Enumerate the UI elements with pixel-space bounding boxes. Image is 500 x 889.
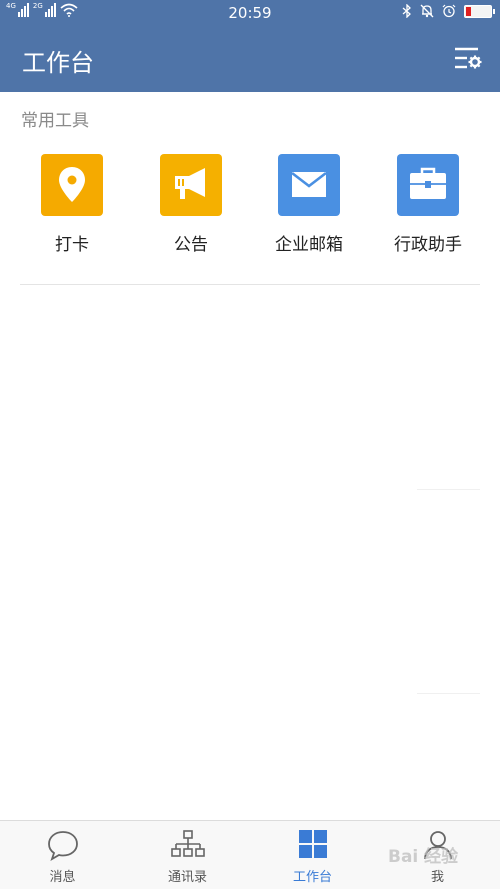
watermark: Bai 经验 [388, 847, 459, 867]
section-divider [20, 284, 480, 285]
tab-contacts[interactable]: 通讯录 [125, 821, 250, 889]
tool-enterprise-mail[interactable]: 企业邮箱 [253, 154, 363, 264]
briefcase-icon [397, 154, 459, 216]
mail-icon [278, 154, 340, 216]
location-pin-icon [41, 154, 103, 216]
tool-admin-assistant[interactable]: 行政助手 [372, 154, 482, 264]
tab-messages[interactable]: 消息 [0, 821, 125, 889]
tab-label: 工作台 [292, 870, 332, 885]
tab-label: 我 [430, 870, 444, 885]
page-title: 工作台 [22, 49, 94, 77]
bluetooth-icon [402, 4, 411, 18]
battery-icon [464, 4, 495, 18]
tool-label: 公告 [174, 235, 208, 255]
tab-label: 通讯录 [167, 870, 207, 885]
list-settings-icon[interactable] [454, 46, 482, 72]
tool-clock-in[interactable]: 打卡 [16, 154, 126, 264]
tools-grid: 打卡 公告 企业邮箱 行政助手 [0, 154, 500, 264]
app-header: 4G 2G 20:59 工作台 [0, 0, 500, 92]
divider [417, 489, 480, 490]
tab-label: 消息 [49, 870, 76, 885]
tool-announcement[interactable]: 公告 [135, 154, 245, 264]
tool-label: 打卡 [55, 235, 89, 255]
status-bar: 4G 2G 20:59 [0, 0, 500, 26]
megaphone-icon [160, 154, 222, 216]
chat-bubble-icon [48, 831, 78, 861]
tool-label: 企业邮箱 [275, 235, 343, 255]
mute-bell-icon [420, 4, 434, 18]
tab-workbench[interactable]: 工作台 [250, 821, 375, 889]
section-title: 常用工具 [21, 111, 89, 131]
org-chart-icon [171, 830, 205, 857]
tool-label: 行政助手 [394, 235, 462, 255]
alarm-clock-icon [442, 4, 456, 18]
divider [417, 693, 480, 694]
grid-icon [299, 830, 327, 858]
